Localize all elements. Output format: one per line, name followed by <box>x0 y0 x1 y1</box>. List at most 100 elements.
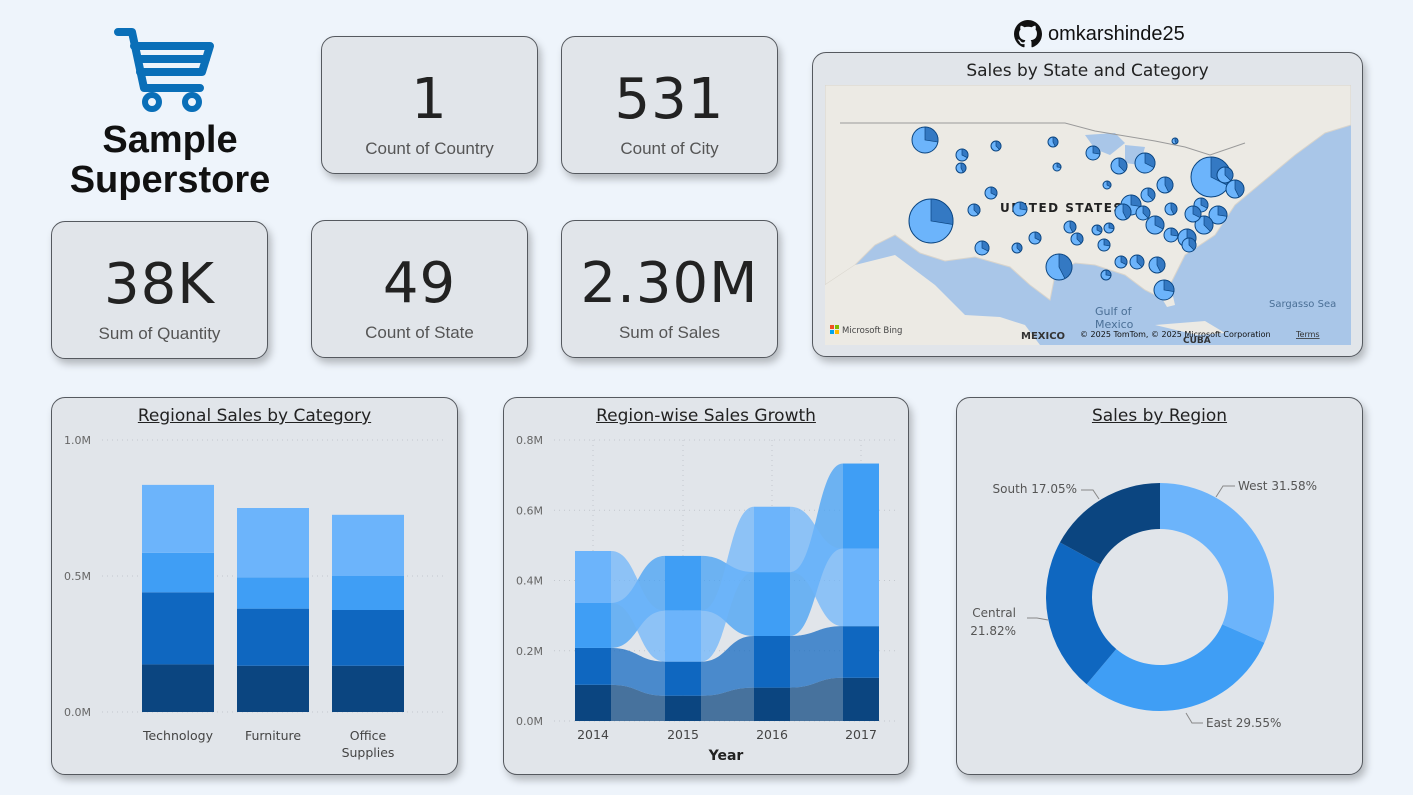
kpi-label: Count of City <box>620 139 719 158</box>
kpi-count-city[interactable]: 531 Count of City <box>561 36 778 174</box>
map-state-bubble[interactable] <box>984 186 998 200</box>
bar-segment[interactable] <box>332 665 404 712</box>
bar-segment[interactable] <box>332 610 404 666</box>
x-tick-label: Office <box>350 728 387 743</box>
map-state-bubble[interactable] <box>1156 176 1174 194</box>
ribbon-segment[interactable] <box>665 695 701 721</box>
map-state-bubble[interactable] <box>1225 179 1245 199</box>
github-link[interactable]: omkarshinde25 <box>1014 20 1185 48</box>
leader-line <box>1081 489 1100 500</box>
bar-segment[interactable] <box>332 514 404 576</box>
map-state-bubble[interactable] <box>1103 222 1115 234</box>
kpi-sum-sales[interactable]: 2.30M Sum of Sales <box>561 220 778 358</box>
donut-slice[interactable] <box>1160 483 1274 643</box>
map-card[interactable]: Sales by State and Category UNITED STATE… <box>812 52 1363 357</box>
kpi-label: Count of Country <box>365 139 494 158</box>
ribbon-segment[interactable] <box>575 647 611 685</box>
map-state-bubble[interactable] <box>1102 180 1112 190</box>
ribbon-segment[interactable] <box>843 626 879 678</box>
map-state-bubble[interactable] <box>1097 238 1111 252</box>
kpi-count-country[interactable]: 1 Count of Country <box>321 36 538 174</box>
bar-segment[interactable] <box>237 508 309 578</box>
bar-segment[interactable] <box>237 608 309 666</box>
map-state-bubble[interactable] <box>1153 279 1175 301</box>
map-state-bubble[interactable] <box>1134 152 1156 174</box>
map-state-bubble[interactable] <box>1091 224 1103 236</box>
bar-segment[interactable] <box>237 665 309 712</box>
bar-segment[interactable] <box>142 664 214 712</box>
kpi-sum-quantity[interactable]: 38K Sum of Quantity <box>51 221 268 359</box>
bar-segment[interactable] <box>142 552 214 593</box>
map-state-bubble[interactable] <box>1070 232 1084 246</box>
ribbon-segment[interactable] <box>754 506 790 573</box>
map-state-bubble[interactable] <box>1135 205 1151 221</box>
map-state-bubble[interactable] <box>1163 227 1179 243</box>
map-state-bubble[interactable] <box>1012 201 1028 217</box>
map-state-bubble[interactable] <box>1114 203 1132 221</box>
map-state-bubble[interactable] <box>1171 137 1179 145</box>
map-state-bubble[interactable] <box>1052 162 1062 172</box>
bar-segment[interactable] <box>237 577 309 609</box>
map-state-bubble[interactable] <box>1110 157 1128 175</box>
map-canvas[interactable]: UNITED STATES Gulf of Mexico Sargasso Se… <box>825 85 1351 345</box>
y-tick-label: 1.0M <box>64 434 91 447</box>
map-state-bubble[interactable] <box>1145 215 1165 235</box>
map-state-bubble[interactable] <box>1181 237 1197 253</box>
ribbon-chart-card[interactable]: Region-wise Sales Growth 0.0M 0.2M 0.4M 0.6… <box>503 397 909 775</box>
map-state-bubble[interactable] <box>1184 205 1202 223</box>
ribbon-segment[interactable] <box>754 687 790 721</box>
map-title: Sales by State and Category <box>966 61 1209 81</box>
y-tick-label: 0.0M <box>64 706 91 719</box>
map-state-bubble[interactable] <box>1114 255 1128 269</box>
kpi-label: Count of State <box>365 323 474 342</box>
map-state-bubble[interactable] <box>1140 187 1156 203</box>
bar-segment[interactable] <box>142 592 214 665</box>
map-state-bubble[interactable] <box>1063 220 1077 234</box>
map-state-bubble[interactable] <box>1047 136 1059 148</box>
superstore-logo: Sample Superstore <box>60 20 280 210</box>
map-state-bubble[interactable] <box>911 126 939 154</box>
donut-slice[interactable] <box>1086 624 1265 711</box>
bar-segment[interactable] <box>142 484 214 553</box>
map-state-bubble[interactable] <box>1011 242 1023 254</box>
map-state-bubble[interactable] <box>908 198 954 244</box>
map-state-bubble[interactable] <box>1045 253 1073 281</box>
slice-label: Central <box>972 606 1016 620</box>
ribbon-segment[interactable] <box>575 550 611 603</box>
map-state-bubble[interactable] <box>1085 145 1101 161</box>
bar-segment[interactable] <box>332 576 404 610</box>
x-tick-label: 2017 <box>845 727 877 742</box>
bar-chart: 0.0M 0.5M 1.0M Technology Furniture Office Sup… <box>64 434 447 760</box>
ribbon-segment[interactable] <box>843 463 879 549</box>
map-state-bubble[interactable] <box>1100 269 1112 281</box>
ribbon-segment[interactable] <box>843 548 879 627</box>
ribbon-segment[interactable] <box>665 555 701 611</box>
map-state-bubble[interactable] <box>967 203 981 217</box>
map-state-bubble[interactable] <box>1129 254 1145 270</box>
ribbon-segment[interactable] <box>665 610 701 662</box>
map-state-bubble[interactable] <box>1148 256 1166 274</box>
leader-line <box>1215 485 1235 498</box>
slice-label: 21.82% <box>970 624 1016 638</box>
donut-chart-card[interactable]: Sales by Region West 31.58% East 29.55% Ce… <box>956 397 1363 775</box>
map-state-bubble[interactable] <box>974 240 990 256</box>
ribbon-segment[interactable] <box>843 677 879 721</box>
map-state-bubble[interactable] <box>955 162 967 174</box>
map-state-bubble[interactable] <box>1164 202 1178 216</box>
kpi-value: 531 <box>614 67 725 132</box>
y-tick-label: 0.6M <box>516 504 543 517</box>
map-terms-link[interactable]: Terms <box>1295 330 1320 339</box>
map-state-bubble[interactable] <box>955 148 969 162</box>
ribbon-segment[interactable] <box>575 602 611 648</box>
ribbon-segment[interactable] <box>665 661 701 696</box>
ribbon-segment[interactable] <box>575 684 611 721</box>
map-state-bubble[interactable] <box>990 140 1002 152</box>
x-tick-label: 2014 <box>577 727 609 742</box>
ribbon-segment[interactable] <box>754 572 790 636</box>
x-tick-label: 2016 <box>756 727 788 742</box>
map-state-bubble[interactable] <box>1028 231 1042 245</box>
ribbon-segment[interactable] <box>754 635 790 688</box>
bar-chart-card[interactable]: Regional Sales by Category 0.0M 0.5M 1.0M T… <box>51 397 458 775</box>
sea-label: Sargasso Sea <box>1269 299 1336 310</box>
kpi-count-state[interactable]: 49 Count of State <box>311 220 528 358</box>
